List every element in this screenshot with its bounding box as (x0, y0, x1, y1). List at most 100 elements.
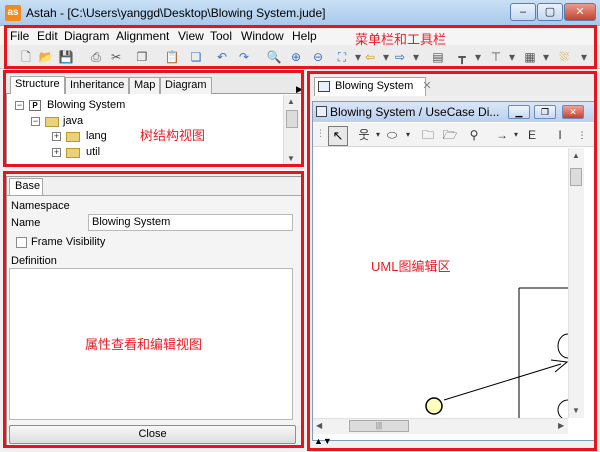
tab-base[interactable]: Base (9, 178, 43, 195)
tree-expand-icon[interactable]: + (52, 132, 61, 141)
subsystem-icon[interactable]: 🗁 (442, 127, 458, 143)
menu-window[interactable]: Window (241, 29, 284, 43)
back-icon[interactable]: ⇦ (362, 49, 378, 65)
chevron-down-icon[interactable]: ▾ (508, 127, 524, 143)
tab-blowing-system[interactable]: Blowing System ✕ (314, 77, 432, 96)
namespace-label: Namespace (11, 200, 70, 212)
new-icon[interactable]: 🗋 (18, 49, 34, 65)
window-title: Astah - [C:\Users\yanggd\Desktop\Blowing… (26, 6, 326, 20)
menu-view[interactable]: View (178, 29, 204, 43)
chevron-down-icon[interactable]: ▾ (538, 49, 554, 65)
folder-icon (66, 148, 80, 158)
menu-tool[interactable]: Tool (210, 29, 232, 43)
panel-toggle-icon[interactable]: ▲▼ (314, 436, 332, 446)
extend-text: E (527, 128, 536, 142)
distribute-icon[interactable]: ⊤ (488, 49, 504, 65)
close-window-button[interactable]: ✕ (564, 3, 596, 21)
diagram-restore-button[interactable]: ❐ (534, 105, 556, 119)
astah-app-icon: as (5, 5, 21, 21)
include-icon[interactable]: I (552, 127, 568, 143)
package-icon[interactable]: 🗀 (420, 127, 436, 143)
editor-tab-label: Blowing System (335, 80, 414, 92)
menu-alignment[interactable]: Alignment (116, 29, 169, 43)
scroll-up-icon[interactable]: ▲ (572, 151, 580, 160)
usecase-diagram-icon (316, 106, 327, 117)
annotation-label-properties: 属性查看和编辑视图 (85, 337, 203, 352)
chevron-down-icon[interactable]: ▾ (408, 49, 424, 65)
tree-item-blowing-system[interactable]: Blowing System (47, 99, 125, 111)
tree-collapse-icon[interactable]: − (31, 117, 40, 126)
paint-icon[interactable]: ⛆ (556, 49, 572, 65)
interface-icon[interactable]: ⚲ (466, 127, 482, 143)
chevron-down-icon[interactable]: ▾ (576, 49, 592, 65)
scroll-up-icon[interactable]: ▲ (287, 97, 295, 106)
annotation-label-menubar: 菜单栏和工具栏 (355, 32, 447, 47)
tree-expand-icon[interactable]: + (52, 148, 61, 157)
tab-map[interactable]: Map (129, 77, 161, 94)
close-button[interactable]: Close (9, 425, 296, 444)
align-icon[interactable]: ▤ (430, 49, 446, 65)
select-icon[interactable]: ↖ (328, 126, 348, 146)
open-icon[interactable]: 📂 (38, 49, 54, 65)
minimize-button[interactable]: – (510, 3, 536, 21)
copy-icon[interactable]: ❐ (134, 49, 150, 65)
scroll-left-icon[interactable]: ◀ (316, 421, 322, 430)
tab-diagram[interactable]: Diagram (160, 77, 212, 94)
print-icon[interactable]: ⎙ (88, 49, 104, 65)
structure-scroll-thumb[interactable] (286, 110, 298, 128)
frame-visibility-checkbox[interactable] (16, 237, 27, 248)
save-icon[interactable]: 💾 (58, 49, 74, 65)
zoom-in-icon[interactable]: ⊕ (288, 49, 304, 65)
fit-icon[interactable]: ⛶ (334, 49, 350, 65)
chevron-down-icon[interactable]: ▾ (400, 127, 416, 143)
forward-icon[interactable]: ⇨ (392, 49, 408, 65)
chevron-down-icon[interactable]: ▾ (504, 49, 520, 65)
menu-file[interactable]: File (10, 29, 29, 43)
tab-inheritance[interactable]: Inheritance (65, 77, 130, 94)
toolbar-more-icon[interactable]: ⋮ (574, 127, 590, 143)
chevron-down-icon[interactable]: ▾ (470, 49, 486, 65)
cut-icon[interactable]: ✂ (108, 49, 124, 65)
horizontal-scroll-thumb[interactable]: ||| (349, 420, 409, 432)
annotation-label-tree: 树结构视图 (140, 128, 206, 143)
tree-collapse-icon[interactable]: − (15, 101, 24, 110)
tree-item-lang[interactable]: lang (86, 130, 107, 142)
paste-icon[interactable]: 📋 (164, 49, 180, 65)
menu-help[interactable]: Help (292, 29, 317, 43)
zoom-icon[interactable]: 🔍 (266, 49, 282, 65)
scroll-down-icon[interactable]: ▼ (287, 154, 295, 163)
definition-label: Definition (11, 255, 57, 267)
annotation-label-editor: UML图编辑区 (371, 259, 451, 274)
usecase-shape-lower[interactable] (557, 399, 579, 421)
vertical-scroll-thumb[interactable] (570, 168, 582, 186)
diagram-drawing (425, 287, 579, 421)
association-line[interactable] (443, 363, 562, 401)
scroll-down-icon[interactable]: ▼ (572, 406, 580, 415)
undo-icon[interactable]: ↶ (214, 49, 230, 65)
tree-item-java[interactable]: java (63, 115, 83, 127)
panel-arrow-icon[interactable]: ▶ (296, 84, 303, 95)
layer-icon[interactable]: ▦ (522, 49, 538, 65)
menu-edit[interactable]: Edit (37, 29, 58, 43)
frame-visibility-label: Frame Visibility (31, 236, 106, 248)
usecase-icon[interactable]: ⬭ (384, 127, 400, 143)
usecase-shape[interactable] (557, 333, 579, 359)
align-top-icon[interactable]: ┳ (454, 49, 470, 65)
extend-icon[interactable]: E (524, 127, 540, 143)
tab-structure[interactable]: Structure (10, 76, 65, 94)
diagram-minimize-button[interactable]: ▁ (508, 105, 530, 119)
menu-diagram[interactable]: Diagram (64, 29, 109, 43)
diagram-close-button[interactable]: ✕ (562, 105, 584, 119)
maximize-button[interactable]: ▢ (537, 3, 563, 21)
redo-icon[interactable]: ↷ (236, 49, 252, 65)
name-field[interactable]: Blowing System (88, 214, 293, 231)
scroll-right-icon[interactable]: ▶ (558, 421, 564, 430)
paste-special-icon[interactable]: ❏ (188, 49, 204, 65)
tree-item-util[interactable]: util (86, 146, 100, 158)
zoom-out-icon[interactable]: ⊖ (310, 49, 326, 65)
tab-close-icon[interactable]: ✕ (422, 80, 431, 92)
diagram-canvas[interactable] (313, 148, 579, 421)
toolbar-grip: ⋮ (316, 128, 325, 138)
diagram-vertical-scrollbar[interactable] (568, 148, 584, 418)
actor-head-icon[interactable] (425, 397, 443, 415)
